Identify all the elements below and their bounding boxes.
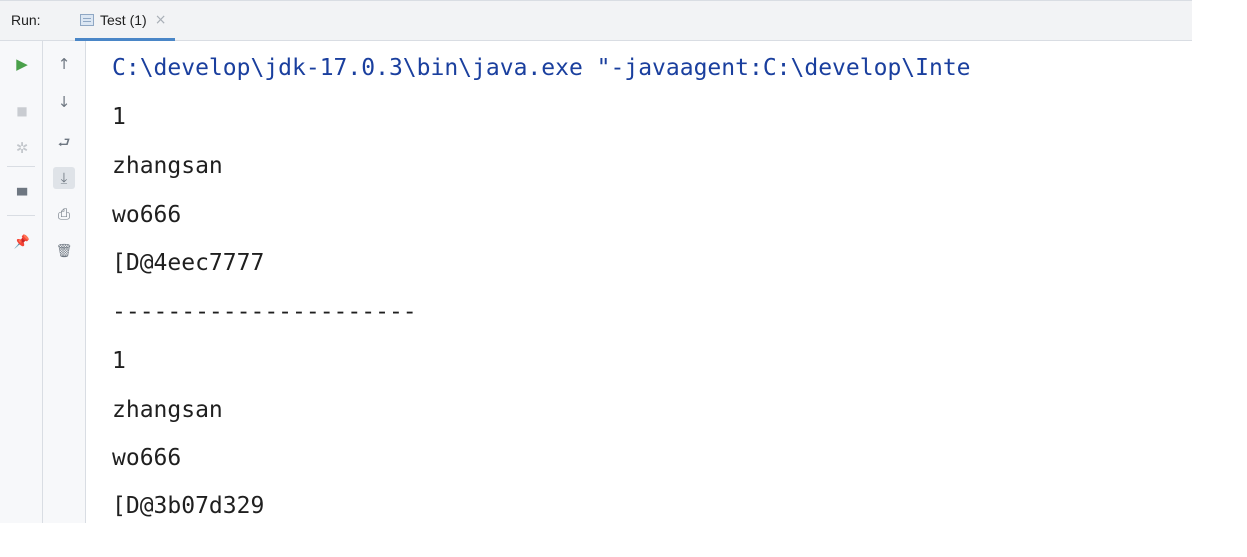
ide-window: Run: Test (1) × ▶ ■ ✲ ▀ 📌 ↑ ↓ ⮐ ⤓ ⎙ 🗑 C:: [0, 0, 1247, 557]
debug-icon[interactable]: ✲: [11, 137, 33, 159]
tab-label: Test (1): [100, 11, 147, 28]
console-line: zhangsan: [112, 397, 223, 423]
console-line: 1: [112, 104, 126, 130]
run-panel-title: Run:: [11, 12, 41, 28]
run-toolbar-right: ↑ ↓ ⮐ ⤓ ⎙ 🗑: [43, 41, 86, 523]
console-line: wo666: [112, 202, 182, 228]
console-line: [D@4eec7777: [112, 250, 265, 276]
console-command-line: C:\develop\jdk-17.0.3\bin\java.exe "-jav…: [112, 55, 971, 81]
layout-icon[interactable]: ▀: [11, 185, 33, 207]
soft-wrap-icon[interactable]: ⮐: [53, 132, 75, 154]
console-output[interactable]: C:\develop\jdk-17.0.3\bin\java.exe "-jav…: [86, 41, 1192, 523]
toolbar-separator: [7, 215, 35, 216]
console-line: zhangsan: [112, 153, 223, 179]
scroll-up-icon[interactable]: ↑: [53, 53, 75, 75]
scroll-down-icon[interactable]: ↓: [53, 91, 75, 113]
pin-icon[interactable]: 📌: [11, 231, 33, 253]
run-toolbar-left: ▶ ■ ✲ ▀ 📌: [0, 41, 43, 523]
rerun-icon[interactable]: ▶: [11, 53, 33, 75]
tab-test-1[interactable]: Test (1) ×: [75, 1, 176, 41]
console-tab-icon: [80, 13, 94, 26]
console-line: wo666: [112, 445, 182, 471]
clear-all-icon[interactable]: 🗑: [53, 240, 75, 262]
print-icon[interactable]: ⎙: [53, 203, 75, 225]
stop-icon[interactable]: ■: [11, 100, 33, 122]
toolbar-separator: [7, 166, 35, 167]
console-separator-line: ----------------------: [112, 299, 417, 325]
run-tab-bar: Run: Test (1) ×: [0, 1, 1192, 41]
run-tool-window: Run: Test (1) × ▶ ■ ✲ ▀ 📌 ↑ ↓ ⮐ ⤓ ⎙ 🗑 C:: [0, 0, 1192, 523]
console-line: 1: [112, 348, 126, 374]
scroll-to-end-icon[interactable]: ⤓: [53, 167, 75, 189]
console-line: [D@3b07d329: [112, 493, 265, 519]
close-icon[interactable]: ×: [155, 12, 167, 28]
